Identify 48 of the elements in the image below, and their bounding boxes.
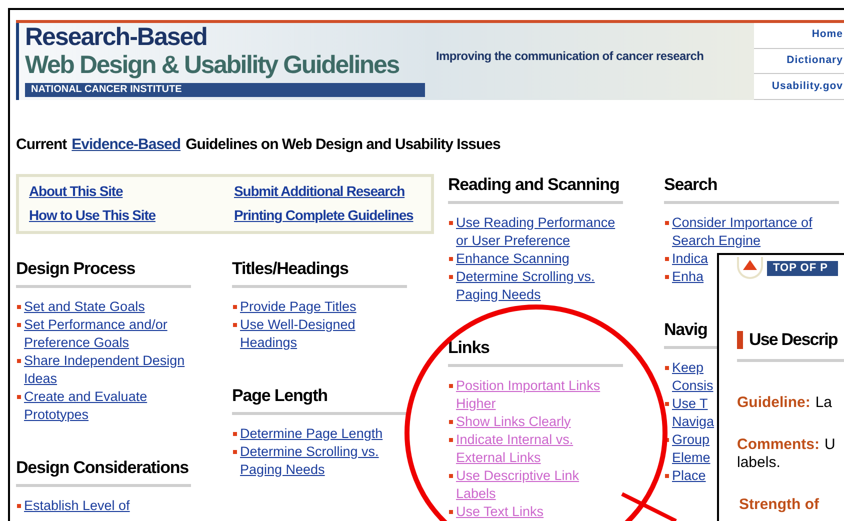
- guideline-link[interactable]: Provide Page Titles: [232, 298, 356, 316]
- intro-text: Guidelines on Web Design and Usability Issues: [186, 135, 500, 155]
- intro-link[interactable]: Evidence-Based: [72, 134, 181, 156]
- info-link[interactable]: About This Site: [29, 181, 123, 202]
- institute-bar: NATIONAL CANCER INSTITUTE: [25, 83, 425, 97]
- guideline-link[interactable]: Use Well-Designed Headings: [232, 316, 356, 352]
- guideline-link[interactable]: Create and Evaluate Prototypes: [16, 388, 148, 424]
- guideline-link[interactable]: Share Independent Design Ideas: [16, 352, 185, 388]
- guideline-link[interactable]: Indica: [664, 250, 708, 268]
- info-link[interactable]: Submit Additional Research: [234, 181, 405, 202]
- guideline-text: La: [815, 392, 832, 412]
- top-of-page-button[interactable]: TOP OF P: [767, 260, 838, 276]
- section-heading: Design Considerations: [16, 456, 191, 486]
- nav-link[interactable]: Dictionary: [754, 48, 844, 74]
- guideline-link[interactable]: Consider Importance of Search Engine: [664, 214, 812, 250]
- comments-label: Comments:: [737, 436, 820, 454]
- guideline-link[interactable]: Use T Naviga: [664, 394, 714, 430]
- popup-heading: Use Descrip: [749, 329, 838, 351]
- guideline-link[interactable]: Determine Scrolling vs. Paging Needs: [232, 442, 379, 478]
- guideline-link[interactable]: Place: [664, 466, 706, 484]
- section-heading: Reading and Scanning: [448, 174, 623, 204]
- comments-text: labels.: [737, 454, 782, 472]
- section-heading: Search: [664, 174, 839, 204]
- guideline-link[interactable]: Determine Scrolling vs. Paging Needs: [448, 268, 595, 304]
- guideline-label: Guideline:: [737, 392, 810, 412]
- section-heading: Page Length: [232, 384, 407, 414]
- intro-text: Current: [16, 135, 67, 155]
- guideline-link[interactable]: Keep Consis: [664, 358, 714, 394]
- strength-label: Strength of: [739, 496, 820, 514]
- info-link[interactable]: Printing Complete Guidelines: [234, 205, 414, 226]
- guideline-link[interactable]: Determine Page Length: [232, 424, 383, 442]
- guideline-link[interactable]: Establish Level of: [16, 496, 130, 514]
- guideline-link[interactable]: Use Reading Performance or User Preference: [448, 214, 616, 250]
- site-title: Research-Based: [25, 23, 208, 51]
- guideline-link[interactable]: Enha: [664, 268, 704, 286]
- guideline-link[interactable]: Set Performance and/or Preference Goals: [16, 316, 168, 352]
- nav-link[interactable]: Usability.gov: [754, 74, 844, 100]
- info-link[interactable]: How to Use This Site: [29, 205, 156, 226]
- tagline: Improving the communication of cancer research: [436, 48, 704, 65]
- guideline-link[interactable]: Group Eleme: [664, 430, 710, 466]
- section-heading: Design Process: [16, 258, 191, 288]
- guideline-link[interactable]: Set and State Goals: [16, 298, 145, 316]
- nav-link[interactable]: Home: [754, 23, 844, 49]
- guideline-link[interactable]: Enhance Scanning: [448, 250, 570, 268]
- section-heading: Titles/Headings: [232, 258, 407, 288]
- section-heading: Links: [448, 336, 623, 366]
- site-title: Web Design & Usability Guidelines: [25, 51, 400, 79]
- comments-text: U: [824, 436, 836, 454]
